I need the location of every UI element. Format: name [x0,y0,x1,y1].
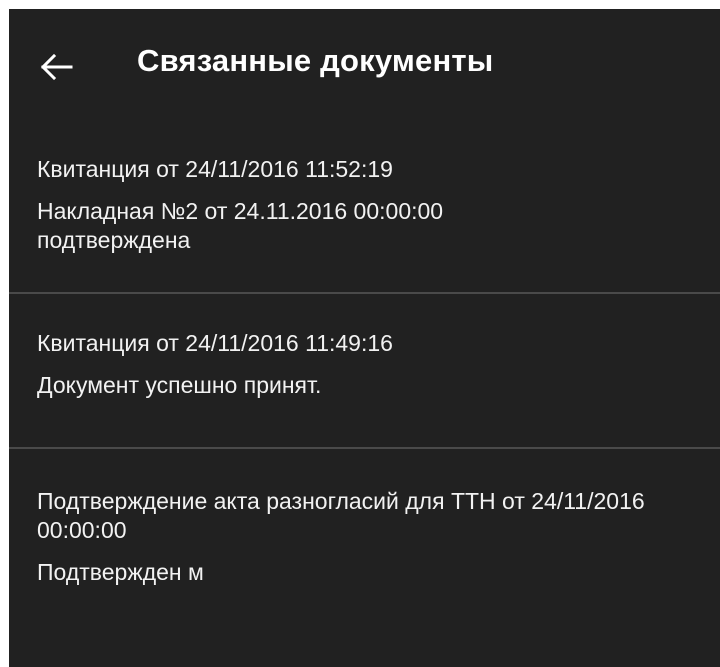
document-status: Подтвержден м [37,559,204,585]
page-title: Связанные документы [137,43,494,78]
screen: Связанные документы Квитанция от 24/11/2… [9,9,720,667]
document-title: Квитанция от 24/11/2016 11:52:19 [37,156,393,182]
document-title: Квитанция от 24/11/2016 11:49:16 [37,330,393,356]
document-status: Накладная №2 от 24.11.2016 00:00:00 подт… [37,198,444,253]
document-title: Подтверждение акта разногласий для ТТН о… [37,488,645,543]
document-status: Документ успешно принят. [37,372,322,398]
document-list-item[interactable]: Квитанция от 24/11/2016 11:52:19 Накладн… [9,122,720,292]
back-button[interactable] [37,47,77,87]
app-bar: Связанные документы [9,9,720,122]
arrow-back-icon [41,54,73,80]
document-list-item[interactable]: Квитанция от 24/11/2016 11:49:16 Докумен… [9,294,720,447]
document-list-item[interactable]: Подтверждение акта разногласий для ТТН о… [9,449,720,587]
